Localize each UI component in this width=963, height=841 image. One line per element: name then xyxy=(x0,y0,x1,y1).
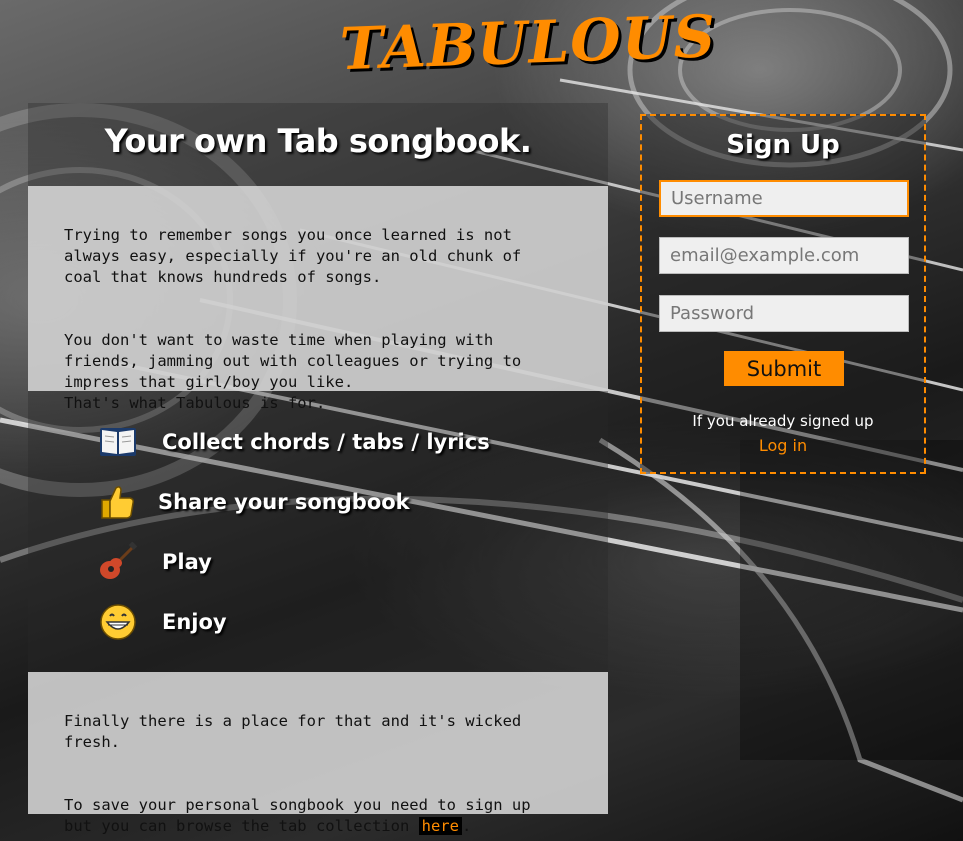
outro-paragraph-1: Finally there is a place for that and it… xyxy=(64,712,522,751)
password-field[interactable] xyxy=(659,295,909,332)
signup-title: Sign Up xyxy=(726,130,840,160)
outro-period: . xyxy=(461,817,472,835)
intro-paragraph-2: You don't want to waste time when playin… xyxy=(64,331,522,412)
logo[interactable]: TABULOUS xyxy=(339,2,718,95)
signup-form: Sign Up Submit If you already signed up … xyxy=(640,114,926,474)
thumbs-up-icon xyxy=(96,482,140,522)
feature-label: Play xyxy=(162,550,212,574)
feature-enjoy: Enjoy xyxy=(96,602,227,642)
grin-icon xyxy=(96,602,140,642)
browse-tabs-link[interactable]: here xyxy=(418,817,462,835)
feature-label: Share your songbook xyxy=(158,490,410,514)
submit-button[interactable]: Submit xyxy=(724,351,844,386)
email-field[interactable] xyxy=(659,237,909,274)
login-link[interactable]: Log in xyxy=(642,436,924,455)
book-icon xyxy=(96,422,140,462)
feature-label: Collect chords / tabs / lyrics xyxy=(162,430,490,454)
feature-share: Share your songbook xyxy=(96,482,410,522)
outro-paragraph-2: To save your personal songbook you need … xyxy=(64,795,572,837)
guitar-icon xyxy=(96,541,140,582)
page-title: Your own Tab songbook. xyxy=(104,122,532,160)
feature-collect: Collect chords / tabs / lyrics xyxy=(96,422,490,462)
intro-text-box: Trying to remember songs you once learne… xyxy=(28,186,608,412)
username-field[interactable] xyxy=(659,180,909,217)
intro-paragraph-1: Trying to remember songs you once learne… xyxy=(64,226,522,286)
feature-label: Enjoy xyxy=(162,610,227,634)
outro-text-box: Finally there is a place for that and it… xyxy=(28,672,608,835)
already-signed-up-text: If you already signed up xyxy=(692,412,874,430)
feature-play: Play xyxy=(96,541,212,582)
